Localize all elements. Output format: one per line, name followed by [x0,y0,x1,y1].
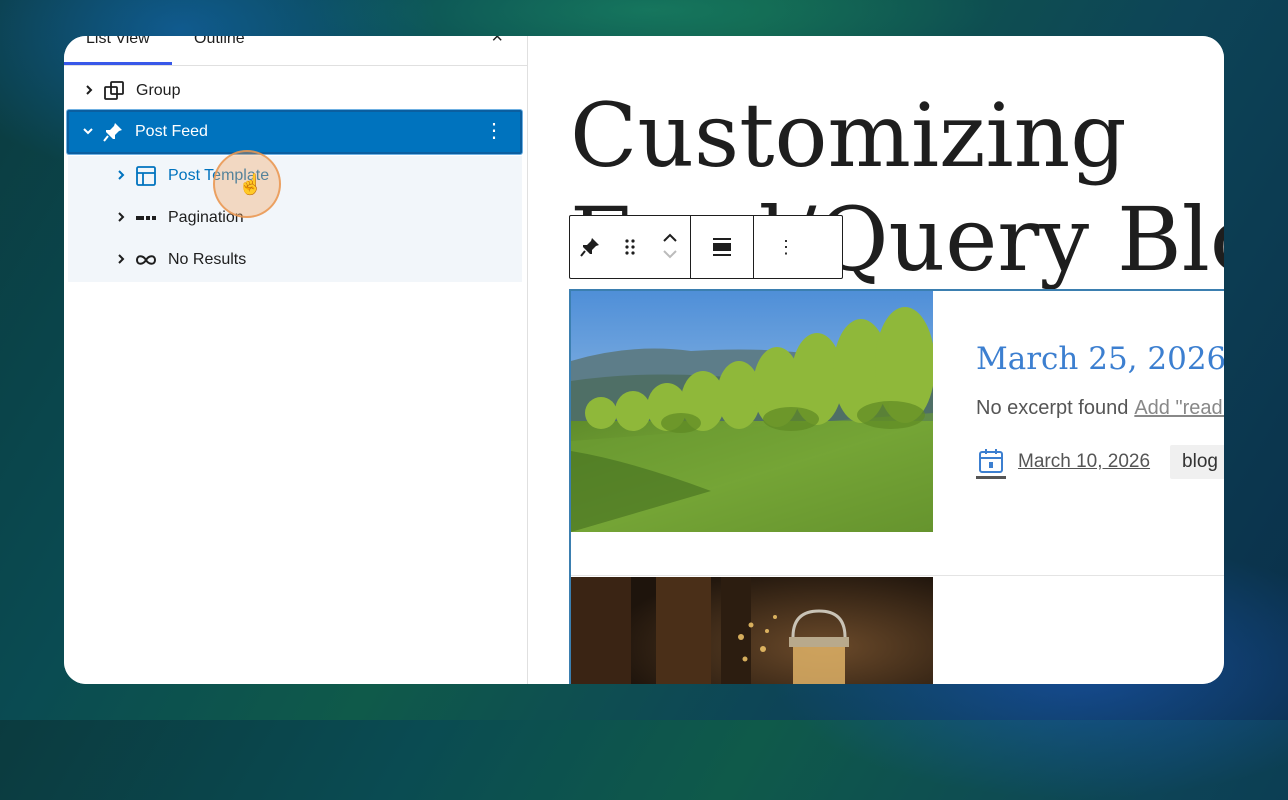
pin-icon[interactable] [570,216,610,278]
post-date-link[interactable]: March 10, 2026 [1018,451,1150,473]
chevron-right-icon[interactable] [76,83,102,99]
more-options-icon[interactable]: ⋮ [754,216,818,278]
query-loop-block[interactable]: March 25, 2026 No excerpt found Add "read… [569,289,1224,684]
move-buttons [650,216,690,278]
tree-item-no-results[interactable]: No Results [68,239,563,281]
chevron-right-icon[interactable] [108,210,134,226]
tree-item-group[interactable]: Group [68,70,531,112]
tree-item-label: Post Feed [135,123,208,140]
tab-list-view[interactable]: List View [86,36,150,48]
drag-handle-icon[interactable] [610,216,650,278]
tree-item-pagination[interactable]: Pagination [68,197,563,239]
more-options-icon[interactable]: ⋮ [484,121,504,141]
pin-icon [101,120,125,144]
close-icon[interactable]: × [491,36,503,49]
editor-window: List View Outline × Group Post Feed ⋮ Po… [64,36,1224,684]
excerpt-text: No excerpt found [976,397,1129,419]
group-icon [102,79,126,103]
featured-image[interactable] [571,291,933,532]
page-title-line1: Customizing [570,84,1127,187]
loop-icon [134,248,158,272]
active-tab-indicator [64,62,172,65]
tree-item-label: Group [136,82,181,99]
chevron-right-icon[interactable] [108,168,134,184]
toolbar-group-more: ⋮ [754,216,818,278]
chevron-right-icon[interactable] [108,252,134,268]
pagination-icon [134,206,158,230]
calendar-icon [976,445,1006,479]
panel-tabs: List View Outline × [64,36,527,66]
post-title-link[interactable]: March 25, 2026 [976,341,1224,377]
post-excerpt: No excerpt foundAdd "read more" link tex… [976,397,1224,420]
chevron-down-icon[interactable] [75,124,101,140]
move-down-icon[interactable] [662,247,678,263]
list-view-panel: List View Outline × Group Post Feed ⋮ Po… [64,36,547,684]
tab-outline[interactable]: Outline [194,36,245,48]
post-tag-chip[interactable]: blog [1170,445,1224,479]
toolbar-group-block [570,216,691,278]
post-item[interactable]: March 25, 2026 No excerpt found Add "read… [571,291,1224,576]
post-meta: March 10, 2026 blog [976,444,1224,480]
read-more-link[interactable]: Add "read more" link text [1134,397,1224,419]
toolbar-group-align [691,216,754,278]
tree-item-post-feed[interactable]: Post Feed ⋮ [67,110,522,154]
featured-image[interactable] [571,577,933,684]
move-up-icon[interactable] [662,231,678,247]
tree-item-label: No Results [168,251,247,268]
editor-canvas: Customizing Feed/Query Block [528,36,1224,684]
layout-icon [134,164,158,188]
hand-cursor-icon: ☝ [238,174,263,196]
tree-item-post-template[interactable]: Post Template ⋮ [68,155,563,197]
block-toolbar: ⋮ [569,215,843,279]
align-icon[interactable] [691,216,753,278]
